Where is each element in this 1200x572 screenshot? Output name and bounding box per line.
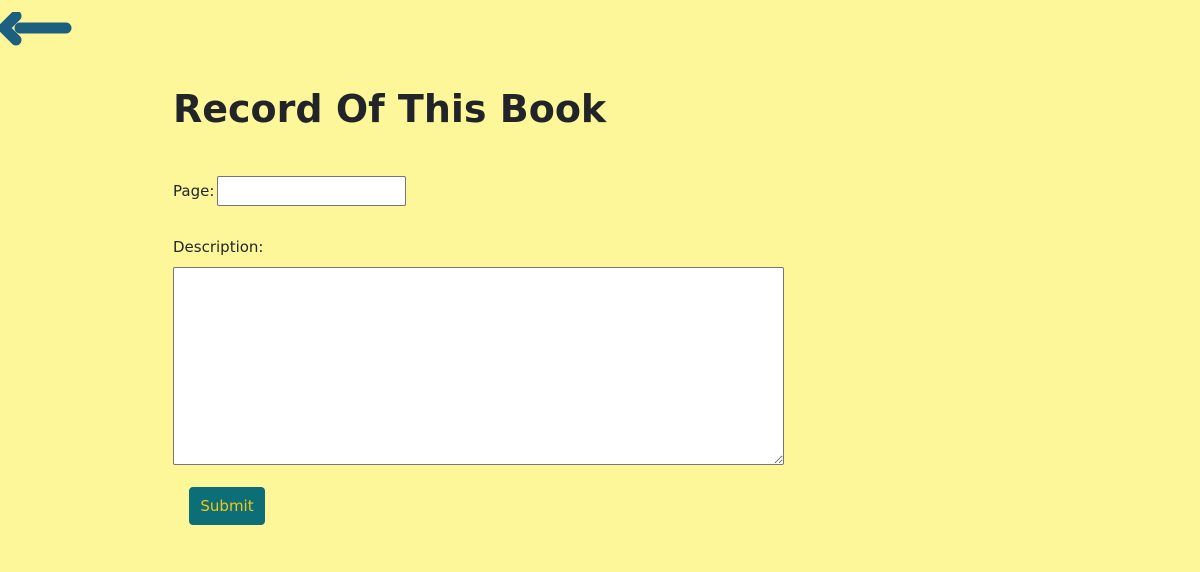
back-button[interactable] (0, 12, 72, 48)
submit-button[interactable]: Submit (189, 487, 265, 525)
description-label: Description: (173, 238, 264, 256)
page-input[interactable] (217, 176, 407, 206)
arrow-left-icon (0, 12, 72, 46)
page-label: Page: (173, 182, 215, 200)
page-title: Record Of This Book (173, 87, 607, 131)
page-field-row: Page: (173, 176, 407, 206)
description-textarea[interactable] (173, 267, 784, 465)
